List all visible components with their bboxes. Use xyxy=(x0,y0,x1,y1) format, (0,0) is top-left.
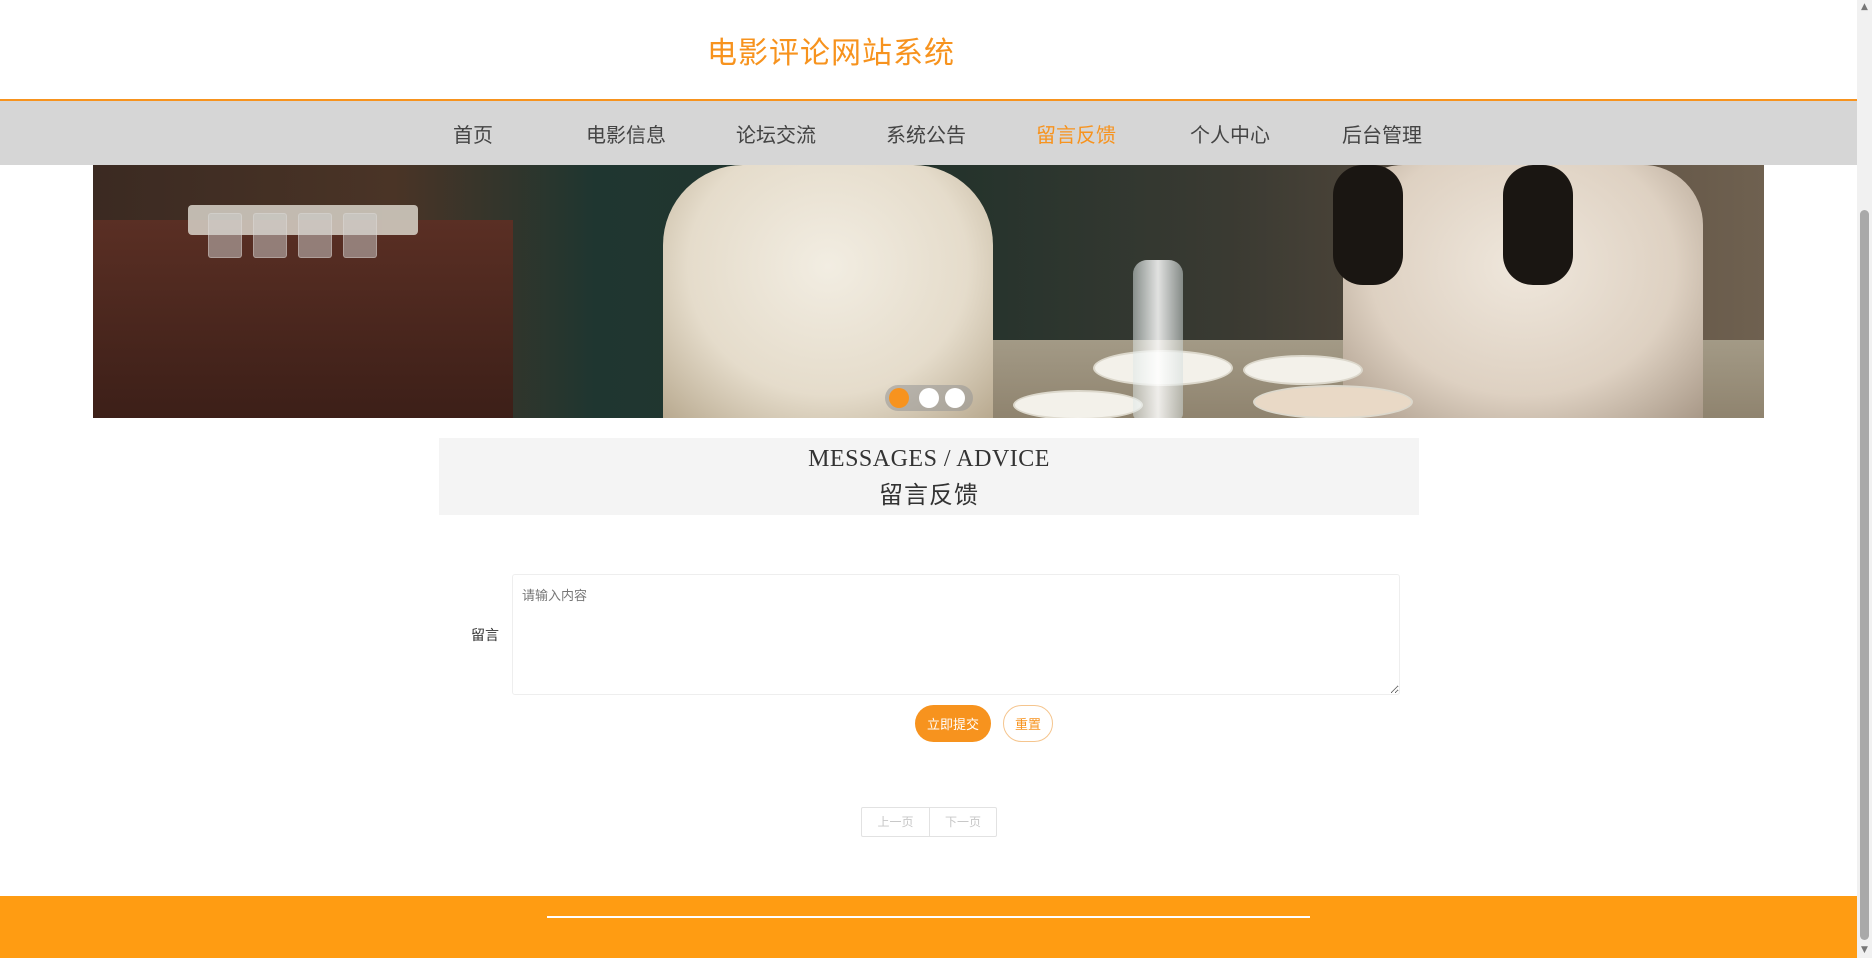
section-title-cn: 留言反馈 xyxy=(879,481,979,509)
scroll-down-icon[interactable]: ▼ xyxy=(1857,943,1872,958)
banner-image-glass xyxy=(298,213,332,258)
banner-image-glass xyxy=(343,213,377,258)
page-scrollbar[interactable]: ▲ ▼ xyxy=(1857,0,1872,958)
reset-button[interactable]: 重置 xyxy=(1003,705,1053,742)
carousel-indicators xyxy=(885,385,973,411)
banner-image-plate xyxy=(1253,385,1413,418)
pagination: 上一页 下一页 xyxy=(861,807,997,837)
carousel-dot-1[interactable] xyxy=(889,388,909,408)
prev-page-button[interactable]: 上一页 xyxy=(862,808,929,836)
site-footer xyxy=(0,896,1857,958)
message-textarea[interactable] xyxy=(512,574,1400,695)
banner-image-hair xyxy=(1503,165,1573,285)
banner-image-person xyxy=(663,165,993,418)
nav-item-admin[interactable]: 后台管理 xyxy=(1342,119,1422,148)
site-header: 电影评论网站系统 xyxy=(0,0,1857,101)
main-nav: 首页 电影信息 论坛交流 系统公告 留言反馈 个人中心 后台管理 xyxy=(0,101,1857,165)
banner-carousel[interactable] xyxy=(93,165,1764,418)
next-page-button[interactable]: 下一页 xyxy=(929,808,996,836)
footer-divider xyxy=(547,916,1310,918)
nav-item-movies[interactable]: 电影信息 xyxy=(586,119,666,148)
section-title-en: MESSAGES / ADVICE xyxy=(808,446,1050,472)
nav-item-feedback[interactable]: 留言反馈 xyxy=(1036,119,1116,148)
nav-item-home[interactable]: 首页 xyxy=(453,119,493,148)
banner-image-plate xyxy=(1013,390,1143,418)
banner-image-plate xyxy=(1243,355,1363,385)
nav-item-announcements[interactable]: 系统公告 xyxy=(886,119,966,148)
banner-image-glass xyxy=(208,213,242,258)
section-heading: MESSAGES / ADVICE 留言反馈 xyxy=(439,438,1419,515)
banner-image-bottle xyxy=(1133,260,1183,418)
scrollbar-thumb[interactable] xyxy=(1860,210,1869,940)
banner-image-hair xyxy=(1333,165,1403,285)
banner-image-tray xyxy=(188,205,418,258)
banner-image-person xyxy=(1333,165,1703,418)
banner-image-glass xyxy=(253,213,287,258)
carousel-dot-3[interactable] xyxy=(945,388,965,408)
nav-item-forum[interactable]: 论坛交流 xyxy=(736,119,816,148)
carousel-dot-2[interactable] xyxy=(919,388,939,408)
message-label: 留言 xyxy=(471,628,499,644)
site-title[interactable]: 电影评论网站系统 xyxy=(707,28,955,72)
nav-item-profile[interactable]: 个人中心 xyxy=(1190,119,1270,148)
submit-button[interactable]: 立即提交 xyxy=(915,705,991,742)
scroll-up-icon[interactable]: ▲ xyxy=(1857,0,1872,15)
